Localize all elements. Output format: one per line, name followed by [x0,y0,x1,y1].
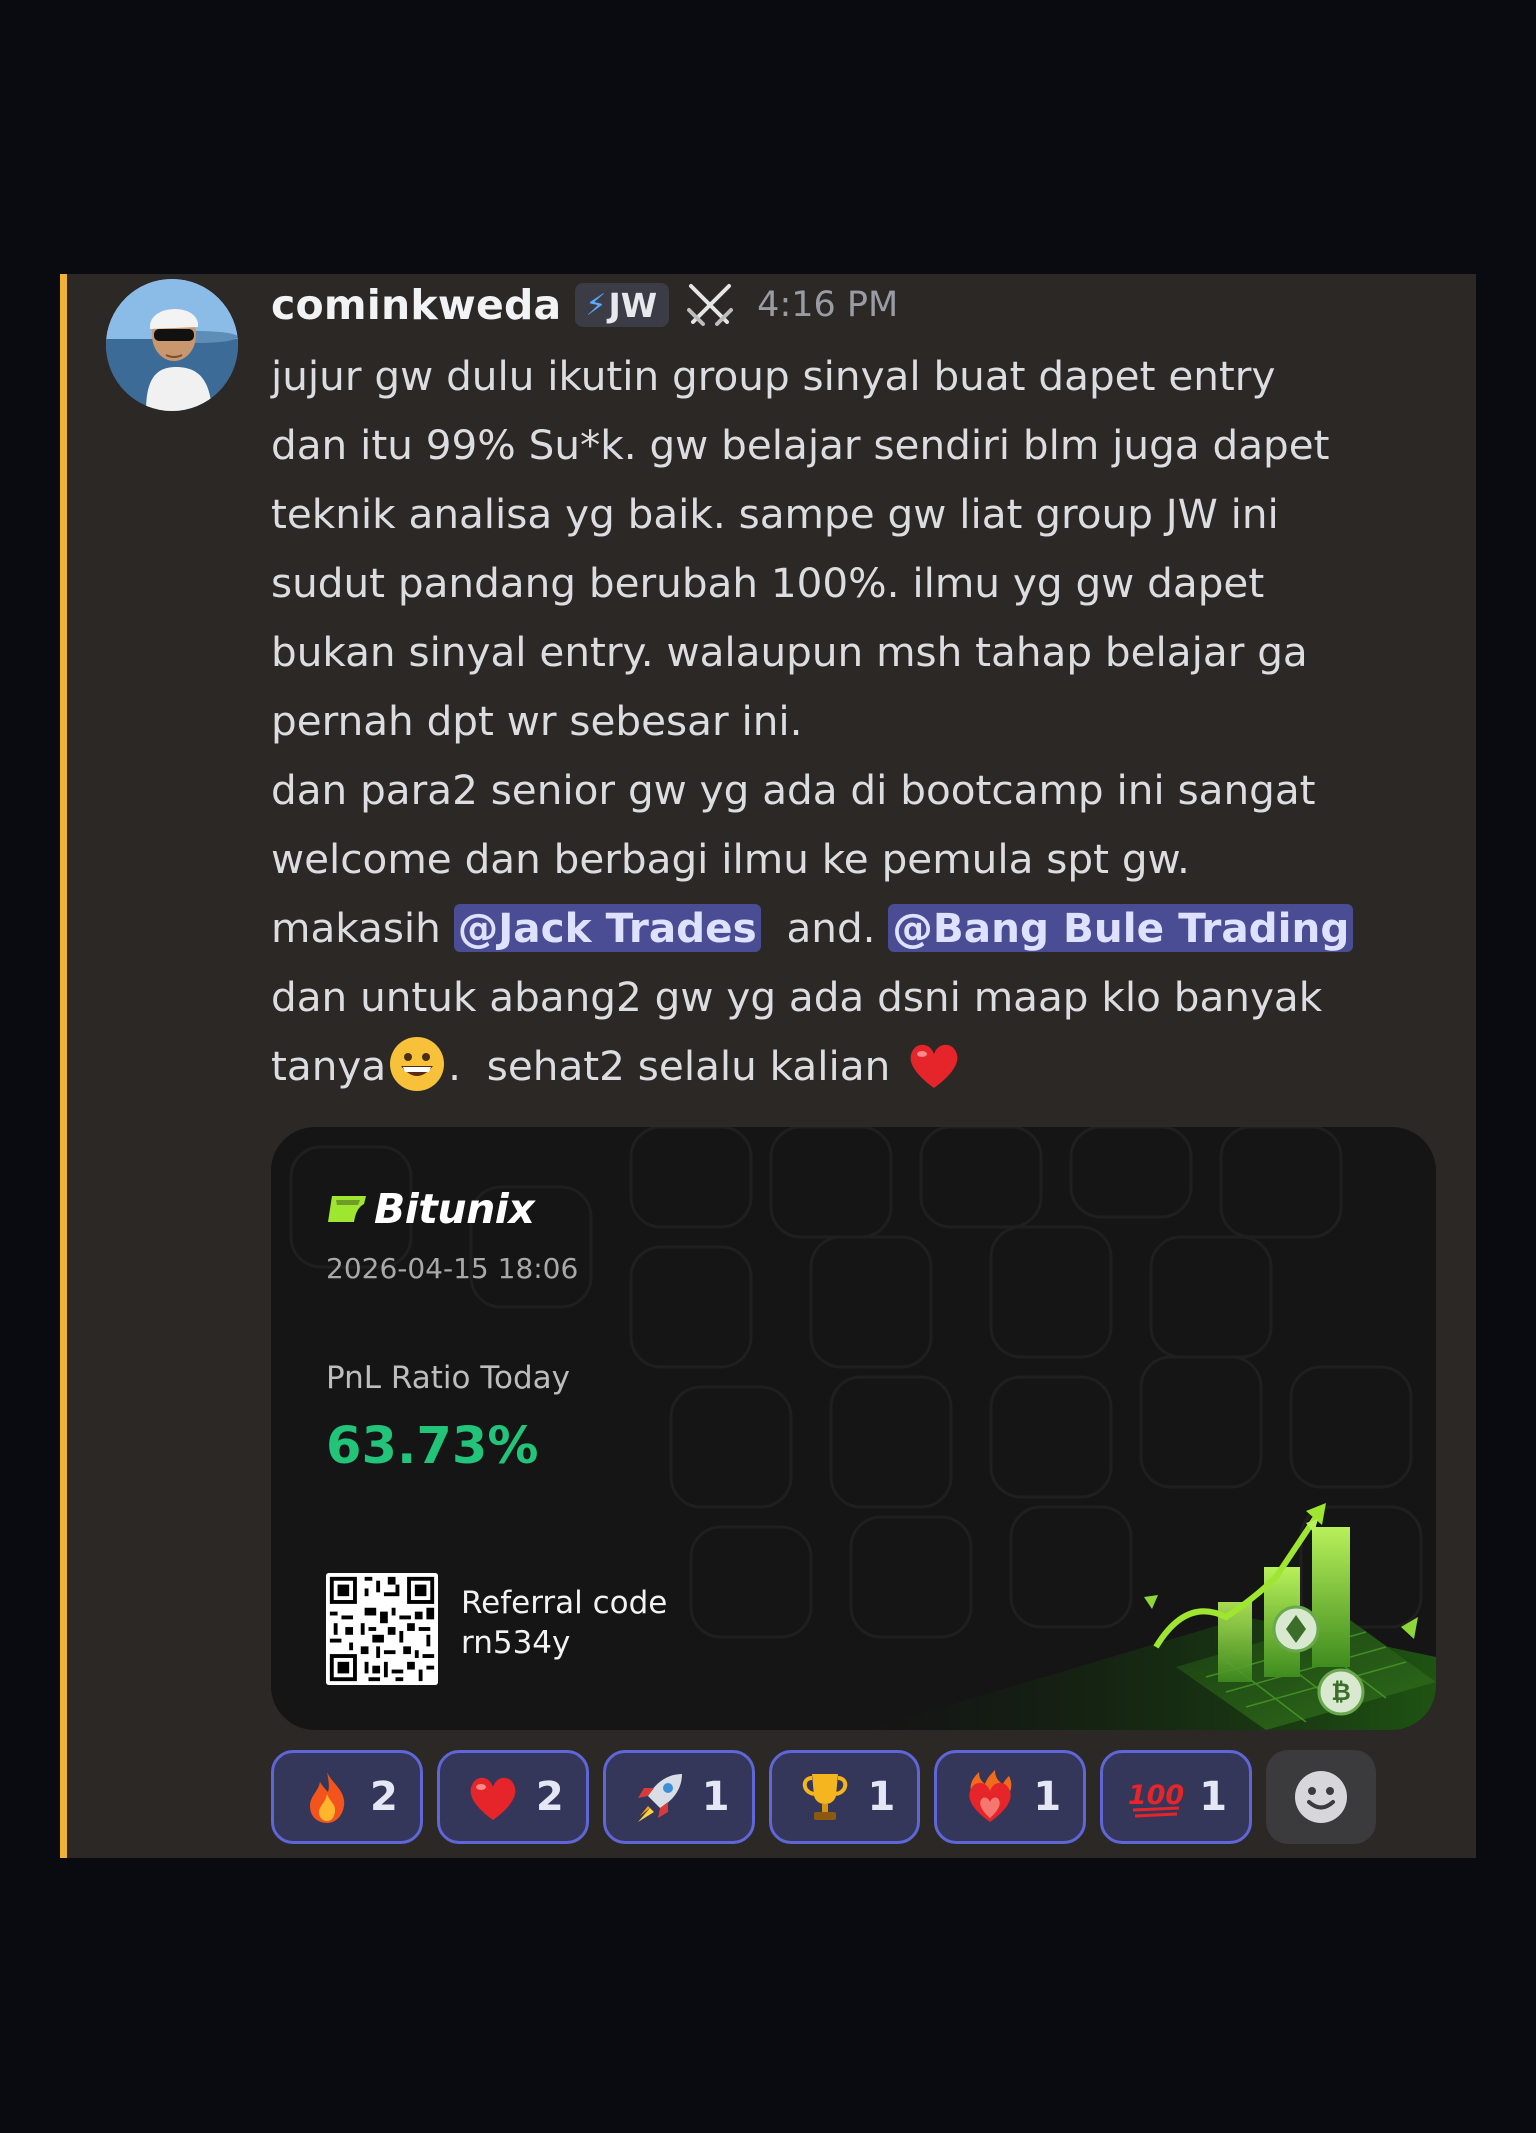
message-line: dan para2 senior gw yg ada di bootcamp i… [271,766,1316,814]
role-tag[interactable]: ⚡ JW [575,283,670,327]
trophy-icon [802,1774,847,1820]
message-line: dan itu 99% Su*k. gw belajar sendiri blm… [271,421,1330,469]
message-header: cominkweda ⚡ JW 4:16 PM [271,274,898,336]
pnl-card[interactable]: Bitunix 2026-04-15 18:06 PnL Ratio Today… [271,1127,1436,1730]
reaction-hundred-points[interactable]: 100 1 [1100,1750,1253,1844]
reaction-heart-on-fire[interactable]: 1 [934,1750,1087,1844]
message-line-last: tanya . sehat2 selalu kalian [271,1032,1461,1101]
message-line: jujur gw dulu ikutin group sinyal buat d… [271,352,1276,400]
message-container: cominkweda ⚡ JW 4:16 PM jujur gw dulu ik… [60,274,1476,1858]
reaction-count: 1 [867,1774,896,1820]
reaction-rocket[interactable]: 1 [602,1750,755,1844]
crossed-swords-icon [687,284,734,326]
role-tag-label: JW [608,285,658,325]
red-heart-icon [910,1044,958,1088]
username[interactable]: cominkweda [271,281,561,329]
message-line: teknik analisa yg baik. sampe gw liat gr… [271,490,1279,538]
add-reaction-button[interactable] [1266,1750,1377,1844]
pnl-value: 63.73% [326,1417,539,1476]
reaction-count: 2 [370,1774,398,1820]
brand-name: Bitunix [374,1185,535,1233]
sehat-text: . sehat2 selalu kalian [448,1042,904,1090]
pnl-label: PnL Ratio Today [326,1360,571,1396]
qr-code[interactable] [326,1573,438,1685]
message-line: welcome dan berbagi ilmu ke pemula spt g… [271,835,1190,883]
reaction-fire[interactable]: 2 [271,1750,423,1844]
reaction-count: 1 [1033,1774,1062,1820]
message-line: pernah dpt wr sebesar ini. [271,697,803,745]
timestamp: 4:16 PM [757,285,899,325]
rocket-icon [637,1774,682,1822]
bitunix-logo-icon [328,1196,366,1222]
message-line: dan untuk abang2 gw yg ada dsni maap klo… [271,973,1323,1021]
mention-bang-bule-trading[interactable]: @Bang Bule Trading [888,904,1354,952]
reaction-trophy[interactable]: 1 [768,1750,921,1844]
hundred-points-icon: 100 [1128,1780,1184,1818]
reactions-bar: 2 2 1 1 1 100 1 [271,1750,1377,1844]
message-body: jujur gw dulu ikutin group sinyal buat d… [271,342,1461,1101]
reaction-count: 1 [701,1774,730,1820]
message-line: bukan sinyal entry. walaupun msh tahap b… [271,628,1308,676]
crypto-growth-illustration: ₿ [866,1503,1436,1730]
svg-text:₿: ₿ [1331,1678,1351,1706]
reaction-count: 1 [1199,1774,1228,1820]
avatar[interactable] [106,279,238,411]
thanks-text: makasih [271,904,454,952]
and-text: and. [760,904,889,952]
card-date: 2026-04-15 18:06 [326,1252,579,1285]
message-line-mentions: makasih @Jack Trades and. @Bang Bule Tra… [271,894,1461,963]
heart-on-fire-icon [969,1770,1012,1822]
reaction-red-heart[interactable]: 2 [436,1750,589,1844]
smiley-icon [1295,1771,1348,1823]
message-line: sudut pandang berubah 100%. ilmu yg gw d… [271,559,1265,607]
svg-text:100: 100 [1128,1780,1184,1811]
brand-logo: Bitunix [326,1185,535,1233]
mention-jack-trades[interactable]: @Jack Trades [453,904,761,952]
referral-code: rn534y [461,1625,571,1661]
red-heart-icon [470,1777,516,1820]
referral-label: Referral code [461,1585,668,1621]
fire-icon [310,1772,345,1823]
tanya-text: tanya [271,1042,387,1090]
reaction-count: 2 [535,1774,564,1820]
lightning-icon: ⚡ [585,287,607,323]
grinning-face-icon [390,1037,445,1091]
